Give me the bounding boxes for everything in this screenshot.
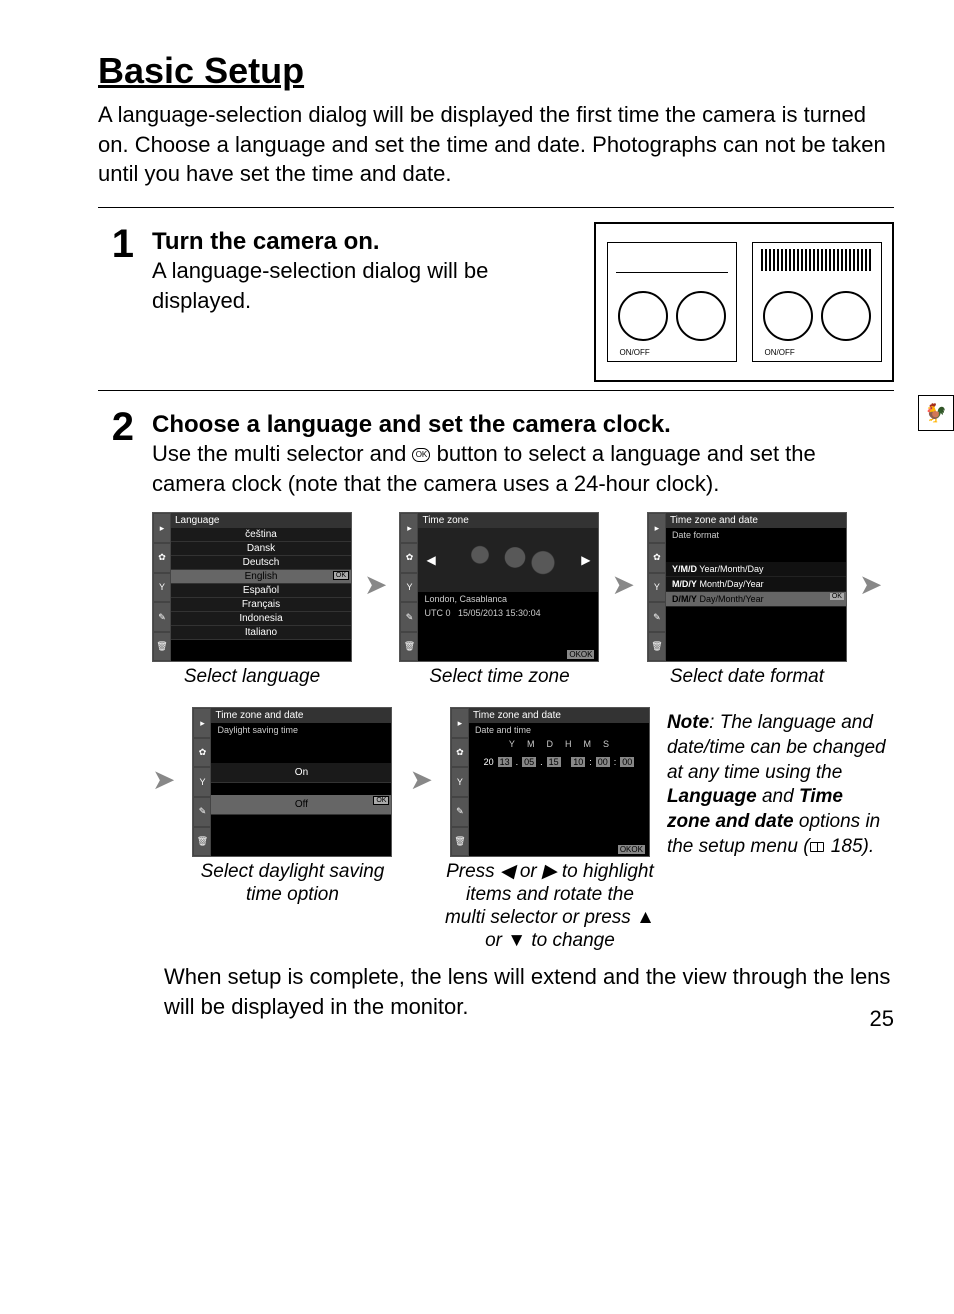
lang-option: čeština — [171, 528, 351, 542]
dt-values: 2013.05.15 10:00:00 — [469, 751, 649, 773]
note-lead: Note — [667, 712, 709, 733]
world-map: ◀▶ — [418, 528, 598, 592]
onoff-label: ON/OFF — [620, 348, 650, 357]
step-2-text: Use the multi selector and OK button to … — [152, 439, 894, 498]
caption-language: Select language — [184, 666, 320, 689]
screen-title: Time zone and date — [666, 513, 846, 528]
lang-option: Italiano — [171, 626, 351, 640]
ok-indicator: OKOK — [567, 650, 594, 659]
caption-dst: Select daylight saving time option — [187, 861, 397, 907]
divider — [98, 207, 894, 208]
step-1: 1 Turn the camera on. A language-selecti… — [98, 222, 894, 382]
step-2-heading: Choose a language and set the camera clo… — [152, 411, 894, 439]
page-content: Basic Setup A language-selection dialog … — [0, 0, 954, 1062]
step-1-text: A language-selection dialog will be disp… — [152, 256, 574, 315]
page-title: Basic Setup — [98, 50, 894, 92]
arrow-right-icon: ➤ — [611, 568, 634, 601]
note-block: Note: The language and date/time can be … — [667, 707, 887, 859]
screen-title: Time zone and date — [211, 708, 391, 723]
lang-option-selected: EnglishOK — [171, 570, 351, 584]
format-option: Y/M/D Year/Month/Day — [666, 562, 846, 577]
screen-subtitle: Date format — [666, 528, 846, 542]
divider — [98, 390, 894, 391]
dst-option: On — [211, 763, 391, 783]
dst-option-selected: OffOK — [211, 795, 391, 815]
step-2: 2 Choose a language and set the camera c… — [98, 405, 894, 952]
screen-subtitle: Date and time — [469, 723, 649, 737]
page-number: 25 — [870, 1006, 894, 1032]
lang-option: Dansk — [171, 542, 351, 556]
screen-datetime: ▸✿Y✎🗑 Time zone and date Date and time Y… — [450, 707, 650, 857]
screen-title: Time zone and date — [469, 708, 649, 723]
camera-illustration: ON/OFF ON/OFF — [594, 222, 894, 382]
lang-option: Indonesia — [171, 612, 351, 626]
lang-option: Español — [171, 584, 351, 598]
screen-language: ▸✿Y✎🗑 Language čeština Dansk Deutsch Eng… — [152, 512, 352, 662]
onoff-label: ON/OFF — [765, 348, 795, 357]
ok-button-icon: OK — [412, 448, 430, 462]
step-number: 2 — [98, 407, 134, 447]
intro-paragraph: A language-selection dialog will be disp… — [98, 100, 894, 189]
step-number: 1 — [98, 224, 134, 264]
screens-row-2: ➤ ▸✿Y✎🗑 Time zone and date Daylight savi… — [152, 707, 894, 952]
closing-paragraph: When setup is complete, the lens will ex… — [98, 962, 894, 1021]
lang-option: Deutsch — [171, 556, 351, 570]
format-option-selected: D/M/Y Day/Month/YearOK — [666, 592, 846, 607]
screen-dst: ▸✿Y✎🗑 Time zone and date Daylight saving… — [192, 707, 392, 857]
arrow-right-icon: ➤ — [364, 568, 387, 601]
tz-info: UTC 0 15/05/2013 15:30:04 — [418, 606, 598, 620]
caption-timezone: Select time zone — [429, 666, 569, 689]
lang-option: Français — [171, 598, 351, 612]
dt-labels: YMD HMS — [469, 737, 649, 751]
arrow-right-icon: ➤ — [859, 568, 882, 601]
screen-date-format: ▸✿Y✎🗑 Time zone and date Date format Y/M… — [647, 512, 847, 662]
arrow-right-icon: ➤ — [152, 763, 175, 796]
tz-city: London, Casablanca — [418, 592, 598, 606]
caption-format: Select date format — [670, 666, 824, 689]
screen-title: Language — [171, 513, 351, 528]
screen-subtitle: Daylight saving time — [211, 723, 391, 737]
step-1-heading: Turn the camera on. — [152, 228, 574, 256]
screen-title: Time zone — [418, 513, 598, 528]
screen-timezone: ▸✿Y✎🗑 Time zone ◀▶ London, Casablanca UT… — [399, 512, 599, 662]
book-icon — [810, 842, 824, 852]
screens-row-1: ▸✿Y✎🗑 Language čeština Dansk Deutsch Eng… — [152, 512, 894, 689]
ok-indicator: OKOK — [618, 845, 645, 854]
arrow-right-icon: ➤ — [409, 763, 432, 796]
format-option: M/D/Y Month/Day/Year — [666, 577, 846, 592]
caption-datetime: Press ◀ or ▶ to highlight items and rota… — [445, 861, 655, 952]
